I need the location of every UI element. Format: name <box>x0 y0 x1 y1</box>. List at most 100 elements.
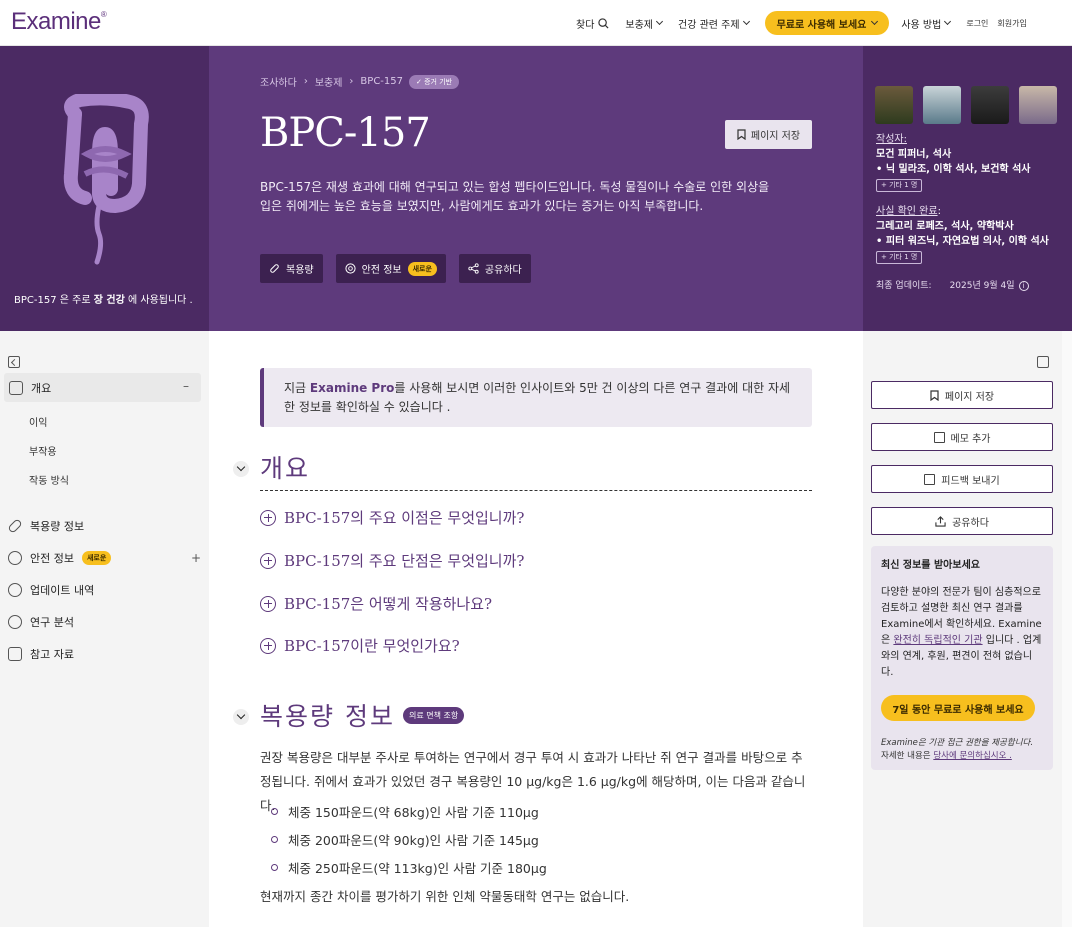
breadcrumb-item[interactable]: 보충제 <box>315 74 343 89</box>
note-icon <box>933 431 945 443</box>
medical-disclaimer-badge[interactable]: 의료 면책 조항 <box>402 706 465 724</box>
last-updated: 최종 업데이트: 2025년 9월 4일 i <box>876 278 1029 291</box>
share-sidebar-button[interactable]: 공유하다 <box>871 507 1053 535</box>
flask-icon <box>8 615 22 629</box>
toc-benefits[interactable]: 이익 <box>29 414 47 429</box>
written-by-label[interactable]: 작성자: <box>876 132 1030 147</box>
save-page-button[interactable]: 페이지 저장 <box>725 120 812 149</box>
examine-pro-link[interactable]: Examine Pro <box>310 381 394 395</box>
history-icon <box>8 583 22 597</box>
chevron-right-icon: › <box>303 76 308 87</box>
dosage-footer: 현재까지 종간 차이를 평가하기 위한 인체 약물동태학 연구는 없습니다. <box>260 889 630 904</box>
chevron-down-icon <box>655 17 664 26</box>
nav-how-to-use[interactable]: 사용 방법 <box>901 16 952 31</box>
document-icon <box>9 380 23 395</box>
hero-description: BPC-157은 재생 효과에 대해 연구되고 있는 합성 펩타이드입니다. 독… <box>260 180 770 213</box>
share-pill[interactable]: 공유하다 <box>458 254 531 283</box>
new-badge: 새로운 <box>81 551 112 565</box>
pro-promo-banner: 지금 Examine Pro를 사용해 보시면 이러한 인사이트와 5만 건 이… <box>260 368 812 427</box>
contact-link[interactable]: 당사에 문의하십시오 . <box>933 751 1012 761</box>
search-button[interactable]: 찾다 <box>576 16 609 31</box>
right-sidebar: 페이지 저장 메모 추가 피드백 보내기 공유하다 최신 정보를 받아보세요 다… <box>863 331 1072 927</box>
plus-circle-icon <box>260 637 276 654</box>
avatar[interactable] <box>1019 86 1057 124</box>
faq-item[interactable]: BPC-157이란 무엇인가요? <box>260 635 460 656</box>
toc-overview[interactable]: 개요 – <box>4 373 201 402</box>
pill-icon <box>7 518 23 534</box>
toc-side-effects[interactable]: 부작용 <box>29 443 57 458</box>
faq-item[interactable]: BPC-157의 주요 이점은 무엇입니까? <box>260 507 524 528</box>
section-toggle[interactable] <box>233 461 249 477</box>
evidence-badge: ✓ 증거 기반 <box>409 74 460 89</box>
new-badge: 새로운 <box>407 261 437 276</box>
avatar[interactable] <box>923 86 961 124</box>
dosage-pill[interactable]: 복용량 <box>260 254 323 283</box>
toc-updates[interactable]: 업데이트 내역 <box>8 582 94 598</box>
share-icon <box>935 515 946 527</box>
search-icon <box>598 17 609 29</box>
faq-item[interactable]: BPC-157은 어떻게 작용하나요? <box>260 593 492 614</box>
hero: BPC-157 은 주로 장 건강 에 사용됩니다 . 조사하다 › 보충제 › B… <box>0 46 1072 331</box>
fact-check-label[interactable]: 사실 확인 완료 <box>876 206 938 217</box>
try-free-button[interactable]: 무료로 사용해 보세요 <box>764 11 890 35</box>
search-label: 찾다 <box>576 19 595 31</box>
list-item: 체중 150파운드(약 68kg)인 사람 기준 110μg <box>271 797 547 825</box>
more-factcheckers-chip[interactable]: + 기타 1 명 <box>876 251 923 264</box>
add-note-button[interactable]: 메모 추가 <box>871 423 1053 451</box>
bookmark-icon <box>737 129 746 140</box>
avatar[interactable] <box>875 86 913 124</box>
newsletter-text: 다양한 분야의 전문가 팀이 심층적으로 검토하고 설명한 최신 연구 결과를 … <box>881 587 1042 678</box>
collapse-icon[interactable]: – <box>183 379 189 393</box>
toc-research[interactable]: 연구 분석 <box>8 614 74 630</box>
bookmark-icon <box>930 389 939 401</box>
breadcrumb-item[interactable]: 조사하다 <box>260 74 297 89</box>
safety-icon <box>345 263 356 274</box>
toc-safety[interactable]: 안전 정보 새로운 + <box>8 550 205 566</box>
plus-circle-icon <box>260 595 276 612</box>
list-item: 체중 250파운드(약 113kg)인 사람 기준 180μg <box>271 853 547 881</box>
section-heading-dosage: 복용량 정보 의료 면책 조항 <box>260 697 465 733</box>
faq-item[interactable]: BPC-157의 주요 단점은 무엇입니까? <box>260 550 524 571</box>
expand-icon[interactable]: + <box>191 551 201 565</box>
fact-checked-by: 사실 확인 완료: 그레고리 로페즈, 석사, 약학박사 • 피터 워즈닉, 자… <box>876 204 1049 264</box>
info-icon[interactable]: i <box>1018 281 1029 291</box>
independent-link[interactable]: 완전히 독립적인 기관 <box>893 635 982 646</box>
chevron-down-icon <box>871 17 879 26</box>
toc-dosage[interactable]: 복용량 정보 <box>7 518 84 534</box>
breadcrumb: 조사하다 › 보충제 › BPC-157 ✓ 증거 기반 <box>260 74 460 89</box>
share-icon <box>468 263 479 274</box>
expand-sidebar-icon[interactable] <box>1037 356 1049 368</box>
save-page-sidebar-button[interactable]: 페이지 저장 <box>871 381 1053 409</box>
signup-link[interactable]: 회원가입 <box>997 18 1026 29</box>
free-trial-button[interactable]: 7일 동안 무료로 사용해 보세요 <box>881 695 1035 721</box>
section-toggle[interactable] <box>233 709 249 725</box>
nav-items: 찾다 보충제 건강 관련 주제 무료로 사용해 보세요 사용 방법 로그인 회원… <box>576 0 1036 46</box>
nav-supplements[interactable]: 보충제 <box>625 16 664 31</box>
book-icon <box>8 647 22 661</box>
avatar[interactable] <box>971 86 1009 124</box>
safety-pill[interactable]: 안전 정보 새로운 <box>335 254 446 283</box>
newsletter-title: 최신 정보를 받아보세요 <box>881 560 980 571</box>
top-nav: Examine® 찾다 보충제 건강 관련 주제 무료로 사용해 보세요 사용 … <box>0 0 1072 46</box>
more-authors-chip[interactable]: + 기타 1 명 <box>876 179 923 192</box>
pill-icon <box>270 264 279 273</box>
written-by: 작성자: 모건 피퍼너, 석사 • 닉 밀라조, 이학 석사, 보건학 석사 +… <box>876 132 1030 192</box>
intestine-illustration <box>63 94 149 265</box>
nav-health-topics[interactable]: 건강 관련 주제 <box>678 16 750 31</box>
chevron-right-icon: › <box>349 76 354 87</box>
breadcrumb-item: BPC-157 <box>360 76 403 87</box>
toc-references[interactable]: 참고 자료 <box>8 646 74 662</box>
dosage-list: 체중 150파운드(약 68kg)인 사람 기준 110μg 체중 200파운드… <box>271 797 547 881</box>
chevron-down-icon <box>944 17 952 26</box>
examine-logo[interactable]: Examine® <box>11 8 107 36</box>
plus-circle-icon <box>260 509 276 526</box>
authors-panel: 작성자: 모건 피퍼너, 석사 • 닉 밀라조, 이학 석사, 보건학 석사 +… <box>863 46 1072 331</box>
login-link[interactable]: 로그인 <box>966 18 988 29</box>
plus-circle-icon <box>260 552 276 569</box>
toc-mechanism[interactable]: 작동 방식 <box>29 472 69 487</box>
table-of-contents: 개요 – 이익 부작용 작동 방식 복용량 정보 안전 정보 새로운 + 업데이… <box>0 331 209 927</box>
collapse-sidebar-icon[interactable] <box>8 356 20 368</box>
hero-caption: BPC-157 은 주로 장 건강 에 사용됩니다 . <box>14 295 193 306</box>
send-feedback-button[interactable]: 피드백 보내기 <box>871 465 1053 493</box>
author-avatars <box>875 86 1057 124</box>
